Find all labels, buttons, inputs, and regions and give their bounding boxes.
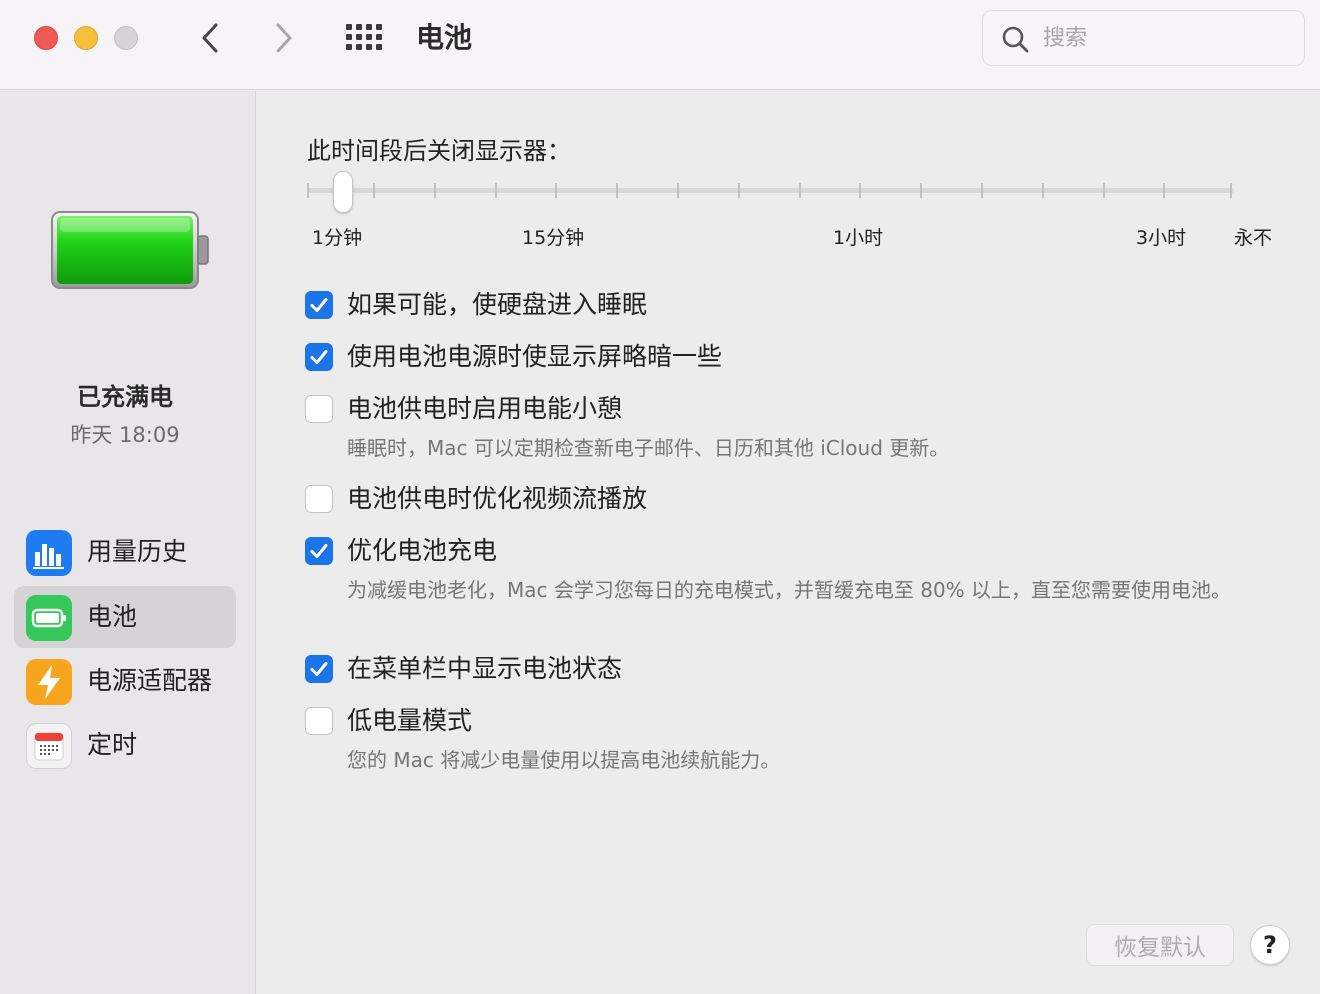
tick-label-15min: 15分钟 [522, 227, 585, 249]
sidebar-item-label: 电源适配器 [87, 666, 213, 695]
slider-tick [555, 183, 557, 198]
battery-icon [26, 595, 72, 641]
sidebar-item-usage-history[interactable]: 用量历史 [14, 521, 236, 583]
tick-label-3hours: 3小时 [1136, 227, 1187, 249]
restore-defaults-button[interactable]: 恢复默认 [1086, 924, 1234, 966]
chevron-right-icon [276, 23, 292, 53]
slider-tick [799, 183, 801, 198]
option-label: 在菜单栏中显示电池状态 [347, 654, 623, 683]
calendar-icon [26, 723, 72, 769]
battery-status-time: 昨天 18:09 [70, 423, 180, 447]
option-label: 电池供电时启用电能小憩 [347, 394, 623, 423]
slider-tick [738, 183, 740, 198]
checkbox-checked[interactable] [305, 291, 333, 319]
slider-tick [495, 183, 497, 198]
battery-settings-panel: 此时间段后关闭显示器： 1分钟 15分钟 1小时 3小时 永不 如果可能，使硬盘… [257, 91, 1320, 994]
back-button[interactable] [190, 18, 230, 58]
search-input[interactable] [1043, 21, 1283, 55]
slider-tick [1042, 183, 1044, 198]
sidebar: 已充满电 昨天 18:09 用量历史 电池 电源适配器 定时 [0, 91, 256, 994]
checkmark-icon [310, 544, 328, 558]
search-field[interactable] [982, 10, 1305, 66]
help-button[interactable]: ? [1250, 925, 1290, 965]
tick-label-1hour: 1小时 [833, 227, 884, 249]
slider-tick [1230, 183, 1232, 198]
slider-tick [920, 183, 922, 198]
tick-label-1min: 1分钟 [312, 227, 363, 249]
window-title: 电池 [416, 21, 473, 54]
title-bar: 电池 [0, 0, 1320, 90]
option-label: 如果可能，使硬盘进入睡眠 [347, 290, 648, 319]
option-label: 电池供电时优化视频流播放 [347, 484, 648, 513]
battery-full-icon [51, 211, 209, 289]
sidebar-item-schedule[interactable]: 定时 [14, 714, 236, 776]
option-label: 优化电池充电 [347, 536, 498, 565]
checkmark-icon [310, 350, 328, 364]
checkmark-icon [310, 298, 328, 312]
battery-status-title: 已充满电 [77, 383, 173, 411]
minimize-window-button[interactable] [74, 26, 98, 50]
option-label: 低电量模式 [347, 706, 473, 735]
sidebar-item-battery[interactable]: 电池 [14, 586, 236, 648]
search-icon [1002, 26, 1029, 53]
forward-button[interactable] [264, 18, 304, 58]
checkmark-icon [310, 662, 328, 676]
slider-tick [373, 183, 375, 198]
option-description: 睡眠时，Mac 可以定期检查新电子邮件、日历和其他 iCloud 更新。 [347, 436, 950, 460]
slider-tick [1163, 183, 1165, 198]
checkbox-unchecked[interactable] [305, 485, 333, 513]
option-description: 您的 Mac 将减少电量使用以提高电池续航能力。 [347, 748, 781, 772]
sidebar-item-label: 电池 [87, 602, 138, 631]
option-description: 为减缓电池老化，Mac 会学习您每日的充电模式，并暂缓充电至 80% 以上，直至… [347, 578, 1232, 602]
chevron-left-icon [202, 23, 218, 53]
slider-track[interactable] [307, 188, 1234, 193]
checkbox-unchecked[interactable] [305, 707, 333, 735]
slider-tick [434, 183, 436, 198]
checkbox-checked[interactable] [305, 537, 333, 565]
slider-tick [859, 183, 861, 198]
sidebar-item-power-adapter[interactable]: 电源适配器 [14, 650, 236, 712]
slider-tick [616, 183, 618, 198]
slider-tick [981, 183, 983, 198]
show-all-button[interactable] [344, 22, 388, 54]
tick-label-never: 永不 [1234, 227, 1273, 249]
sidebar-item-label: 用量历史 [87, 537, 188, 566]
slider-tick [307, 183, 309, 198]
display-off-label: 此时间段后关闭显示器： [307, 137, 571, 165]
slider-tick [1103, 183, 1105, 198]
sidebar-item-label: 定时 [87, 730, 138, 759]
slider-thumb[interactable] [333, 171, 353, 213]
checkbox-unchecked[interactable] [305, 395, 333, 423]
zoom-window-button[interactable] [114, 26, 138, 50]
option-label: 使用电池电源时使显示屏略暗一些 [347, 342, 723, 371]
slider-tick [677, 183, 679, 198]
lightning-bolt-icon [26, 659, 72, 705]
checkbox-checked[interactable] [305, 655, 333, 683]
checkbox-checked[interactable] [305, 343, 333, 371]
bar-chart-icon [26, 530, 72, 576]
close-window-button[interactable] [34, 26, 58, 50]
